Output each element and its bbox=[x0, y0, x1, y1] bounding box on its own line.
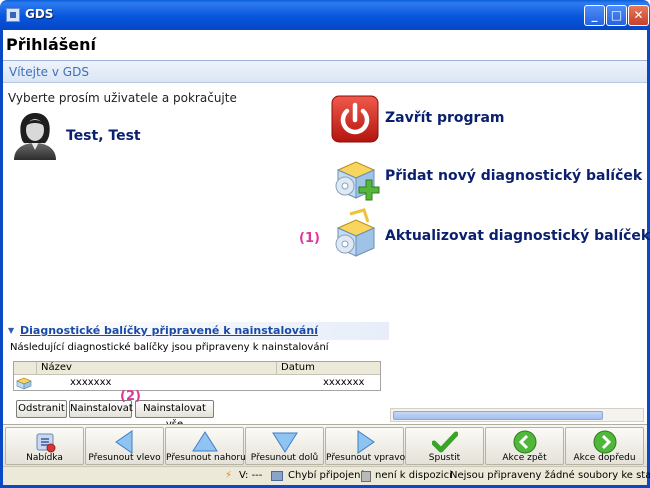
forward-label: Akce dopředu bbox=[573, 453, 636, 463]
files-status: Nejsou připraveny žádné soubory ke staže… bbox=[450, 470, 650, 481]
connection-icon bbox=[271, 471, 283, 481]
package-row-icon bbox=[16, 377, 32, 390]
move-up-button[interactable]: Přesunout nahoru bbox=[165, 427, 246, 465]
version-status: V: --- bbox=[239, 470, 263, 481]
close-program-label: Zavřít program bbox=[385, 110, 505, 126]
arrow-up-icon bbox=[192, 431, 218, 452]
welcome-bar: Vítejte v GDS bbox=[3, 61, 647, 83]
select-user-prompt: Vyberte prosím uživatele a pokračujte bbox=[8, 91, 237, 105]
power-icon bbox=[331, 95, 379, 143]
horizontal-scrollbar[interactable] bbox=[390, 408, 644, 422]
add-package-label: Přidat nový diagnostický balíček bbox=[385, 168, 643, 184]
welcome-text: Vítejte v GDS bbox=[9, 65, 89, 79]
move-up-label: Přesunout nahoru bbox=[166, 453, 246, 463]
forward-icon bbox=[593, 430, 617, 454]
column-header-icon bbox=[14, 362, 36, 375]
close-window-button[interactable]: ✕ bbox=[628, 5, 649, 26]
move-left-button[interactable]: Přesunout vlevo bbox=[85, 427, 164, 465]
window-title: GDS bbox=[25, 7, 54, 21]
scrollbar-thumb[interactable] bbox=[393, 411, 603, 420]
collapse-toggle-icon[interactable]: ▼ bbox=[8, 326, 14, 335]
move-left-label: Přesunout vlevo bbox=[88, 453, 161, 463]
menu-button[interactable]: Nabídka bbox=[5, 427, 84, 465]
move-right-button[interactable]: Přesunout vpravo bbox=[325, 427, 406, 465]
column-header-date[interactable]: Datum bbox=[276, 362, 380, 375]
move-right-label: Přesunout vpravo bbox=[326, 453, 406, 463]
back-icon bbox=[513, 430, 537, 454]
packages-table: Název Datum xxxxxxx xxxxxxx bbox=[13, 361, 381, 391]
page-title: Přihlášení bbox=[6, 35, 97, 54]
availability-status: není k dispozici bbox=[375, 470, 452, 481]
arrow-down-icon bbox=[272, 432, 298, 453]
user-avatar-icon[interactable] bbox=[12, 112, 58, 160]
move-down-label: Přesunout dolů bbox=[250, 453, 319, 463]
remove-button[interactable]: Odstranit bbox=[16, 400, 67, 418]
packages-panel: ▼ Diagnostické balíčky připravené k nain… bbox=[5, 322, 389, 430]
packages-title[interactable]: Diagnostické balíčky připravené k nainst… bbox=[20, 324, 318, 337]
back-button[interactable]: Akce zpět bbox=[485, 427, 564, 465]
back-label: Akce zpět bbox=[502, 453, 547, 463]
close-icon: ✕ bbox=[633, 8, 644, 22]
add-package-action[interactable]: Přidat nový diagnostický balíček bbox=[330, 150, 650, 202]
lightning-icon: ⚡ bbox=[225, 470, 233, 481]
app-icon bbox=[6, 8, 20, 22]
packages-description: Následující diagnostické balíčky jsou př… bbox=[10, 342, 329, 353]
update-package-action[interactable]: Aktualizovat diagnostický balíček bbox=[330, 208, 650, 260]
menu-label: Nabídka bbox=[26, 453, 63, 463]
disk-icon bbox=[361, 471, 371, 482]
arrow-right-icon bbox=[357, 430, 375, 454]
run-label: Spustit bbox=[428, 453, 461, 463]
packages-header[interactable]: ▼ Diagnostické balíčky připravené k nain… bbox=[5, 322, 389, 340]
close-program-action[interactable]: Zavřít program bbox=[330, 94, 650, 146]
forward-button[interactable]: Akce dopředu bbox=[565, 427, 644, 465]
column-header-name[interactable]: Název bbox=[36, 362, 276, 375]
table-cell-date[interactable]: xxxxxxx bbox=[323, 377, 364, 388]
move-down-button[interactable]: Přesunout dolů bbox=[245, 427, 324, 465]
table-cell-name[interactable]: xxxxxxx bbox=[70, 377, 111, 388]
update-package-icon bbox=[335, 208, 376, 257]
minimize-icon: _ bbox=[591, 8, 598, 22]
maximize-icon: □ bbox=[610, 8, 623, 22]
update-package-label: Aktualizovat diagnostický balíček bbox=[385, 228, 650, 244]
checkmark-icon bbox=[432, 431, 458, 453]
add-package-icon bbox=[335, 161, 380, 201]
status-bar: ⚡ V: --- Chybí připojení není k dispozic… bbox=[3, 466, 650, 485]
install-all-button[interactable]: Nainstalovat vše bbox=[135, 400, 214, 430]
connection-status: Chybí připojení bbox=[288, 470, 364, 481]
menu-icon bbox=[36, 433, 56, 453]
minimize-button[interactable]: _ bbox=[584, 5, 605, 26]
bottom-toolbar: Nabídka Přesunout vlevo Přesunout nahoru… bbox=[3, 424, 647, 466]
title-bar: GDS _ □ ✕ bbox=[0, 0, 650, 30]
annotation-2: (2) bbox=[120, 389, 141, 404]
user-item-test[interactable]: Test, Test bbox=[66, 128, 141, 144]
run-button[interactable]: Spustit bbox=[405, 427, 484, 465]
maximize-button[interactable]: □ bbox=[606, 5, 627, 26]
arrow-left-icon bbox=[115, 430, 133, 454]
annotation-1: (1) bbox=[299, 231, 320, 246]
